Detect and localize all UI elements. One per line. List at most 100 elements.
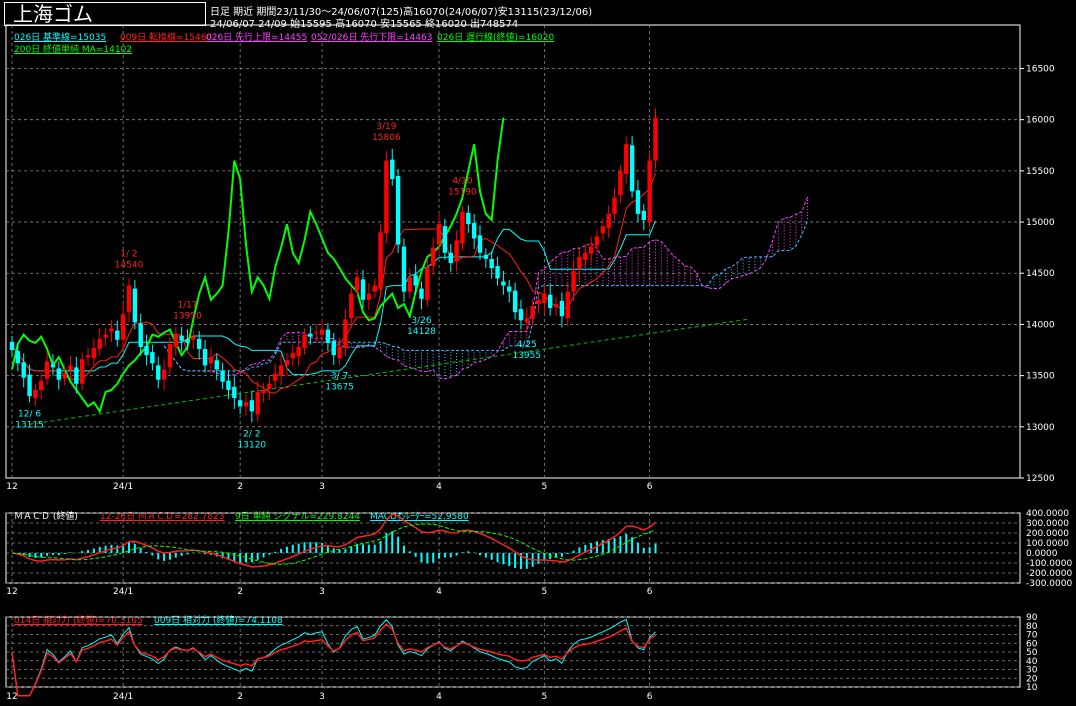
trough-date-label: 3/26 [411,316,431,326]
macd-panel-frame [5,512,1021,584]
candle-body [401,246,407,292]
candle-body [331,340,336,356]
rsi-tick-label: 10 [1026,683,1038,693]
candle-body [653,117,658,161]
candle-body [524,318,529,323]
macd-tick-label: -200.0000 [1026,569,1072,579]
candle-body [109,328,114,332]
candle-body [214,360,219,370]
candle-body [501,281,506,286]
candle-body [477,235,483,253]
price-tick-label: 15500 [1026,167,1055,177]
peak-date-label: 1/17 [177,301,197,311]
candle-body [261,389,266,394]
candle-body [56,368,61,380]
peak-date-label: 1/ 2 [120,249,137,259]
candle-body [68,365,73,371]
candle-body [179,335,184,341]
candle-body [138,323,143,347]
candle-body [606,213,611,229]
candle-body [559,300,565,317]
trough-date-label: 12/ 6 [18,409,41,419]
trough-date-label: 2/ 2 [243,429,260,439]
candle-body [191,336,196,340]
macd-tick-label: 400.0000 [1026,509,1069,519]
candle-body [161,369,167,380]
candle-body [583,252,588,260]
candle-body [302,334,307,348]
trough-price-label: 13120 [238,440,267,450]
candle-body [21,362,26,378]
x-tick-label: 3 [319,482,325,492]
candle-body [337,346,342,359]
candle-body [50,364,56,368]
candle-body [232,386,237,399]
candle-body [39,380,44,390]
candle-body [197,338,202,349]
x-tick-label: 2 [237,482,243,492]
price-tick-label: 12500 [1026,474,1055,484]
candle-body [390,159,395,180]
candle-body [9,341,15,351]
candle-body [413,275,418,286]
candle-body [384,160,389,234]
candle-body [571,271,576,292]
candle-body [530,306,535,319]
candle-body [624,144,629,174]
x-tick-label: 2 [237,692,243,702]
candle-body [448,252,453,263]
candle-body [249,400,255,412]
candle-body [618,170,623,196]
trough-price-label: 13115 [15,420,44,430]
x-tick-label: 6 [647,482,653,492]
candle-body [378,232,383,289]
candle-body [80,359,85,384]
candle-body [641,210,646,220]
trough-date-label: 4/25 [517,340,537,350]
chart-canvas[interactable]: 16500 16000 15500 15000 14500 14000 13500 13000… [0,0,1076,706]
candle-body [343,319,348,348]
candle-body [372,285,377,292]
price-tick-label: 16000 [1026,116,1055,126]
candle-body [226,380,231,390]
candle-body [44,361,50,379]
macd-tick-label: 200.0000 [1026,529,1069,539]
candle-body [126,285,132,313]
candle-body [97,338,102,349]
candle-body [62,373,67,379]
candle-body [512,290,518,313]
x-tick-label: 4 [436,587,442,597]
peak-price-label: 15190 [448,188,477,198]
candle-body [588,246,594,254]
x-tick-label: 3 [319,587,325,597]
price-tick-label: 14500 [1026,269,1055,279]
macd-line [11,513,656,568]
candle-body [495,266,500,279]
peak-date-label: 4/10 [452,177,472,187]
candle-body [33,389,38,399]
candle-body [267,383,272,389]
candle-body [454,240,459,261]
candle-body [237,400,243,407]
candle-body [647,160,652,223]
senkou-span-b [163,220,809,372]
candle-body [553,303,559,308]
candle-body [471,223,477,239]
candle-body [349,293,354,319]
ma200-line [29,318,750,425]
price-panel-frame [5,24,1021,479]
candle-body [425,267,430,300]
candle-body [366,293,372,300]
candle-body [278,365,284,376]
candle-body [518,309,524,321]
trough-price-label: 14128 [407,327,436,337]
candle-body [296,346,301,357]
candle-body [325,329,331,343]
candle-body [395,175,401,245]
candle-body [103,334,108,338]
candle-body [483,254,489,259]
x-tick-label: 2 [237,587,243,597]
candle-body [542,293,547,303]
price-tick-label: 13500 [1026,372,1055,382]
candle-body [173,334,178,347]
